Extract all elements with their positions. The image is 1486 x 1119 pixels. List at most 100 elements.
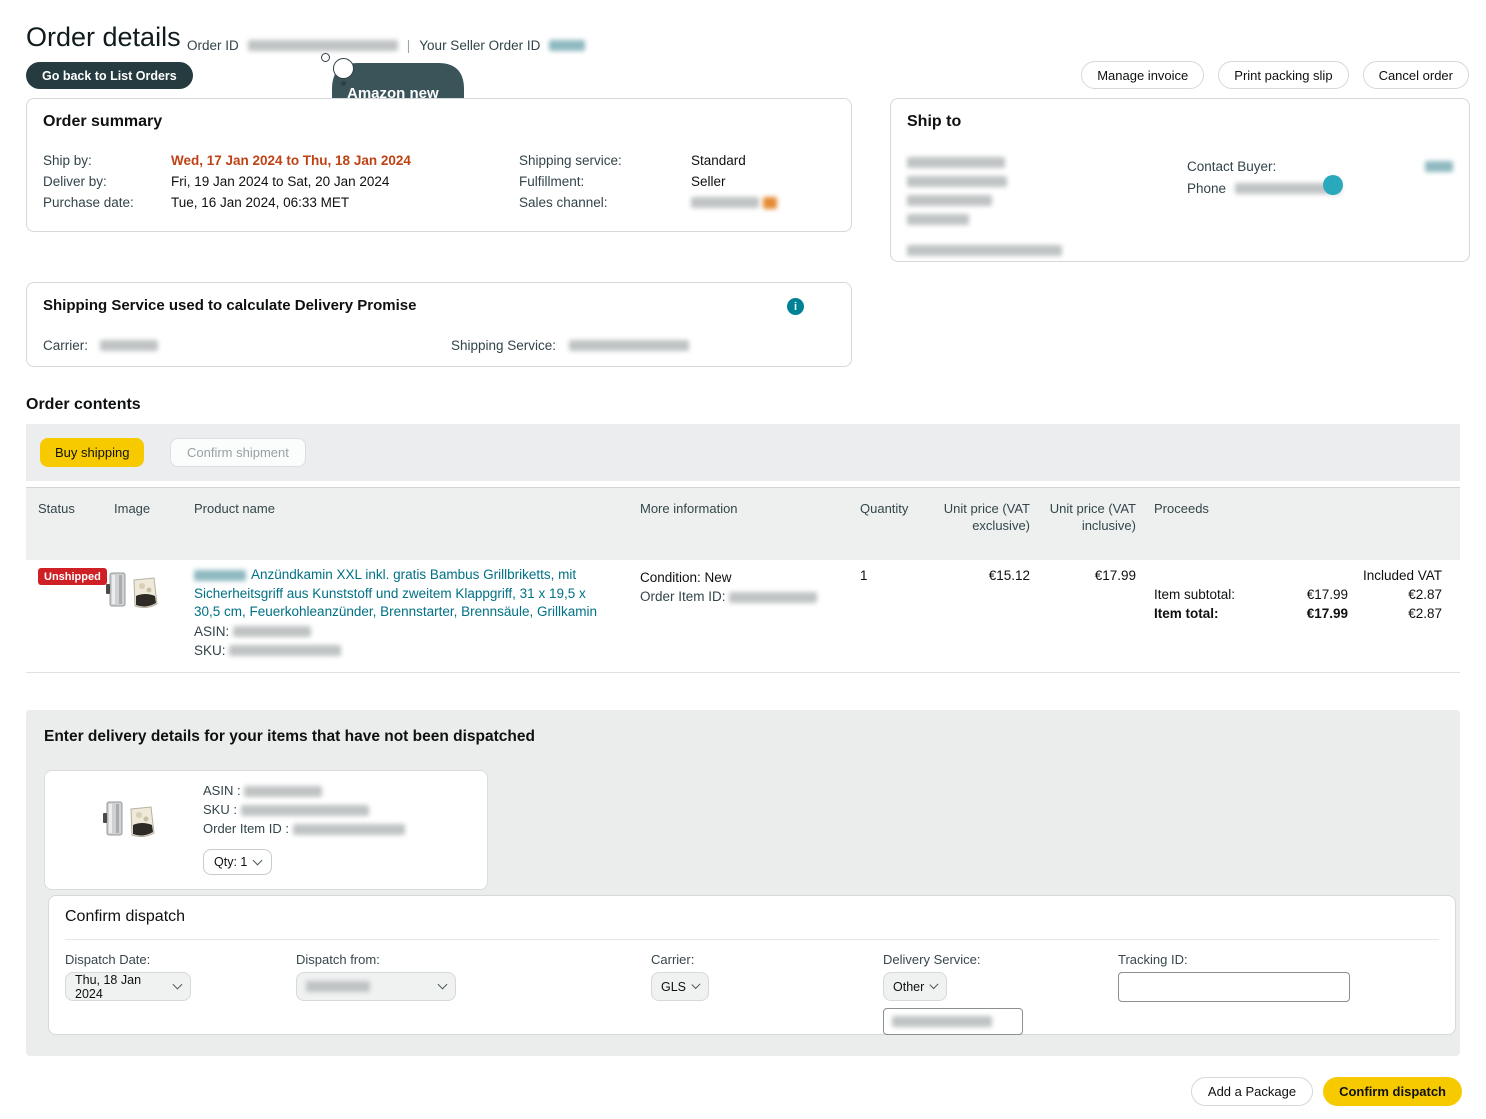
- condition-text: Condition: New: [640, 568, 817, 587]
- order-item-id-label: Order Item ID :: [203, 821, 289, 836]
- confirm-dispatch-card: Confirm dispatch Dispatch Date: Thu, 18 …: [48, 895, 1456, 1035]
- dispatch-from-select[interactable]: [296, 972, 456, 1001]
- ship-to-card: Ship to Contact Buyer: Phone: [890, 98, 1470, 262]
- chevron-down-icon: [438, 980, 448, 990]
- bubble-circle-icon: [333, 58, 354, 79]
- delivery-service-label: Delivery Service:: [883, 952, 981, 967]
- item-total-vat-value: €2.87: [1360, 606, 1442, 621]
- order-id-line: Order ID | Your Seller Order ID: [187, 38, 585, 53]
- sku-label: SKU :: [203, 802, 237, 817]
- col-proceeds: Proceeds: [1154, 500, 1209, 517]
- marketplace-flag-icon: [763, 197, 777, 209]
- address-line-redacted: [907, 214, 969, 225]
- col-status: Status: [38, 500, 75, 517]
- asin-label: ASIN :: [203, 783, 241, 798]
- delivery-details-panel: Enter delivery details for your items th…: [26, 710, 1460, 1056]
- other-delivery-service-redacted: [892, 1016, 992, 1027]
- chevron-down-icon: [691, 980, 700, 989]
- contact-buyer-label: Contact Buyer:: [1187, 159, 1276, 174]
- confirm-dispatch-button[interactable]: Confirm dispatch: [1323, 1077, 1462, 1106]
- buy-shipping-button[interactable]: Buy shipping: [40, 438, 144, 467]
- page-title: Order details: [26, 22, 181, 53]
- dispatch-from-label: Dispatch from:: [296, 952, 380, 967]
- address-line-redacted: [907, 176, 1007, 187]
- delivery-service-value: Other: [893, 980, 924, 994]
- fulfillment-label: Fulfillment:: [519, 174, 691, 189]
- cancel-order-button[interactable]: Cancel order: [1363, 61, 1469, 89]
- col-product-name: Product name: [194, 500, 275, 517]
- shipping-service-label: Shipping service:: [519, 153, 691, 168]
- confirm-dispatch-title: Confirm dispatch: [65, 908, 185, 926]
- order-details-page: Order details Order ID | Your Seller Ord…: [0, 0, 1486, 1119]
- order-item-row: Unshipped Anzündkamin XXL inkl. gratis B…: [26, 560, 1460, 673]
- ship-by-value: Wed, 17 Jan 2024 to Thu, 18 Jan 2024: [171, 153, 411, 168]
- dispatch-date-label: Dispatch Date:: [65, 952, 150, 967]
- fulfillment-value: Seller: [691, 174, 726, 189]
- shipping-service-row: Shipping Service:: [451, 337, 689, 355]
- order-item-id-redacted: [293, 824, 405, 835]
- asin-redacted: [233, 626, 311, 637]
- item-subtotal-label: Item subtotal:: [1154, 587, 1235, 602]
- order-item-id-line: Order Item ID :: [203, 821, 405, 836]
- order-item-id-label: Order Item ID:: [640, 589, 726, 604]
- info-icon[interactable]: i: [787, 298, 804, 315]
- other-delivery-service-input[interactable]: [883, 1008, 1023, 1035]
- order-contents-title: Order contents: [26, 396, 141, 414]
- purchase-date-value: Tue, 16 Jan 2024, 06:33 MET: [171, 195, 349, 210]
- add-package-button[interactable]: Add a Package: [1191, 1077, 1313, 1106]
- unit-price-incl-value: €17.99: [1042, 568, 1136, 583]
- order-summary-title: Order summary: [43, 113, 162, 131]
- seller-order-id-redacted: [549, 40, 585, 51]
- dispatch-date-select[interactable]: Thu, 18 Jan 2024: [65, 972, 191, 1001]
- address-type-redacted: [907, 245, 1062, 256]
- item-subtotal-vat-value: €2.87: [1360, 587, 1442, 602]
- carrier-label: Carrier:: [651, 952, 694, 967]
- item-total-value: €17.99: [1266, 606, 1348, 621]
- shipping-service-value: Standard: [691, 153, 746, 168]
- bubble-circle-icon: [321, 53, 330, 62]
- qty-value: Qty: 1: [214, 855, 247, 869]
- dispatch-item-card: ASIN : SKU : Order Item ID : Qty: 1: [44, 770, 488, 890]
- dispatch-from-redacted: [306, 981, 370, 992]
- delivery-service-select[interactable]: Other: [883, 972, 947, 1001]
- dispatch-date-value: Thu, 18 Jan 2024: [75, 973, 167, 1001]
- go-back-button[interactable]: Go back to List Orders: [26, 62, 193, 89]
- shipping-promise-title: Shipping Service used to calculate Deliv…: [43, 297, 416, 314]
- confirm-shipment-button[interactable]: Confirm shipment: [170, 438, 306, 467]
- print-packing-slip-button[interactable]: Print packing slip: [1218, 61, 1348, 89]
- shipping-service-label: Shipping Service:: [451, 338, 556, 353]
- purchase-date-label: Purchase date:: [43, 195, 171, 210]
- sku-redacted: [229, 645, 341, 656]
- brand-redacted: [194, 570, 246, 581]
- carrier-select[interactable]: GLS: [651, 972, 709, 1001]
- order-item-id-line: Order Item ID:: [640, 587, 817, 606]
- asin-line: ASIN :: [203, 783, 405, 798]
- carrier-value-redacted: [100, 340, 158, 351]
- chevron-down-icon: [930, 980, 939, 989]
- ship-to-address-redacted: [907, 157, 1062, 256]
- address-line-redacted: [907, 195, 992, 206]
- sku-line: SKU:: [194, 641, 598, 660]
- tracking-id-input[interactable]: [1118, 972, 1350, 1002]
- more-information-cell: Condition: New Order Item ID:: [640, 568, 817, 606]
- phone-action-icon[interactable]: [1323, 175, 1343, 195]
- included-vat-label: Included VAT: [1316, 568, 1442, 583]
- order-items-table-header: Status Image Product name More informati…: [26, 487, 1460, 560]
- col-quantity: Quantity: [860, 500, 908, 517]
- qty-select[interactable]: Qty: 1: [203, 849, 272, 875]
- phone-label: Phone: [1187, 181, 1226, 196]
- contact-buyer-link-redacted[interactable]: [1425, 161, 1453, 172]
- seller-order-id-label: Your Seller Order ID: [419, 38, 540, 53]
- order-summary-right: Shipping service:Standard Fulfillment:Se…: [519, 153, 777, 210]
- address-line-redacted: [907, 157, 1005, 168]
- divider: [65, 939, 1439, 940]
- col-more-information: More information: [640, 500, 738, 517]
- sales-channel-redacted: [691, 197, 759, 208]
- carrier-label: Carrier:: [43, 338, 88, 353]
- order-item-id-redacted: [729, 592, 817, 603]
- shipping-service-value-redacted: [569, 340, 689, 351]
- col-unit-price-excl: Unit price (VAT exclusive): [938, 500, 1030, 534]
- manage-invoice-button[interactable]: Manage invoice: [1081, 61, 1204, 89]
- item-subtotal-value: €17.99: [1266, 587, 1348, 602]
- product-link[interactable]: Anzündkamin XXL inkl. gratis Bambus Gril…: [194, 567, 597, 619]
